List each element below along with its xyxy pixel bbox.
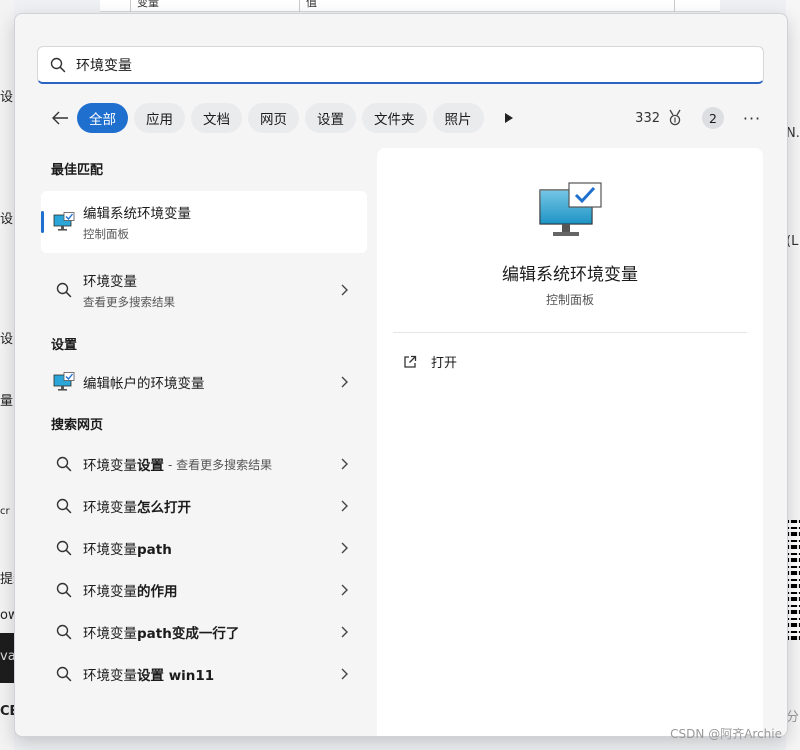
result-title: 环境变量 xyxy=(83,274,137,290)
result-title: 编辑系统环境变量 xyxy=(83,206,191,222)
background-fragment: N. xyxy=(786,126,800,141)
more-options-button[interactable]: ··· xyxy=(740,109,764,128)
search-box[interactable] xyxy=(37,46,764,84)
preview-divider xyxy=(393,332,747,333)
background-fragment: 提示 xyxy=(0,572,14,587)
search-icon xyxy=(55,663,73,685)
result-title: 编辑帐户的环境变量 xyxy=(83,376,205,392)
background-fragment: va xyxy=(0,633,14,683)
result-subtitle: 查看更多搜索结果 xyxy=(83,295,175,309)
search-flyout: 全部 应用 文档 网页 设置 文件夹 照片 332 2 ··· 最佳匹配 xyxy=(14,13,788,737)
monitor-check-icon xyxy=(53,371,75,393)
result-subtitle: 控制面板 xyxy=(83,227,129,241)
chevron-right-icon xyxy=(341,458,348,470)
section-title-best-match: 最佳匹配 xyxy=(51,163,104,178)
watermark: CSDN @阿齐Archie xyxy=(670,727,782,741)
web-result-row[interactable]: 环境变量path xyxy=(41,528,367,568)
search-icon xyxy=(50,57,66,72)
search-icon xyxy=(55,579,73,601)
web-result-row[interactable]: 环境变量怎么打开 xyxy=(41,486,367,526)
more-filters-button[interactable] xyxy=(494,103,524,133)
monitor-check-icon xyxy=(539,182,602,236)
web-result-bold: 怎么打开 xyxy=(137,500,191,516)
background-fragment: 设 xyxy=(0,90,14,105)
chevron-right-icon xyxy=(341,500,348,512)
section-title-settings: 设置 xyxy=(51,338,78,353)
web-result-bold: path变成一行了 xyxy=(137,626,240,642)
filter-chip-folders[interactable]: 文件夹 xyxy=(362,103,427,133)
filter-chip-apps[interactable]: 应用 xyxy=(134,103,185,133)
filter-chip-web[interactable]: 网页 xyxy=(248,103,299,133)
background-fragment: cr xyxy=(0,506,10,517)
filter-bar: 全部 应用 文档 网页 设置 文件夹 照片 332 2 ··· xyxy=(37,102,764,134)
background-cell-value: 值 xyxy=(300,0,675,12)
qr-code-image xyxy=(786,520,800,640)
filter-chip-settings[interactable]: 设置 xyxy=(305,103,356,133)
background-window-header: 变量 值 xyxy=(100,0,720,12)
search-icon xyxy=(55,537,73,559)
background-right-window: N. (L 分 xyxy=(786,0,800,750)
back-button[interactable] xyxy=(37,102,77,134)
filter-chip-documents[interactable]: 文档 xyxy=(191,103,242,133)
account-badge[interactable]: 2 xyxy=(702,107,724,129)
background-fragment: 量 xyxy=(0,394,14,409)
background-fragment: ow xyxy=(0,608,14,623)
chevron-right-icon xyxy=(341,542,348,554)
open-label: 打开 xyxy=(431,356,458,371)
search-icon xyxy=(55,453,73,475)
result-edit-account-env-vars[interactable]: 编辑帐户的环境变量 xyxy=(41,362,367,402)
preview-subtitle: 控制面板 xyxy=(545,293,594,307)
search-icon xyxy=(55,495,73,517)
background-fragment: 设 xyxy=(0,212,14,227)
chevron-right-icon xyxy=(341,668,348,680)
web-result-bold: 设置 win11 xyxy=(137,668,215,684)
web-result-bold: 的作用 xyxy=(137,584,178,600)
web-result-row[interactable]: 环境变量设置 - 查看更多搜索结果 xyxy=(41,444,367,484)
filter-chip-photos[interactable]: 照片 xyxy=(432,103,484,133)
chevron-right-icon xyxy=(341,284,348,296)
play-icon xyxy=(504,113,513,123)
background-cell-variable: 变量 xyxy=(130,0,300,12)
open-external-icon xyxy=(404,355,417,368)
search-icon xyxy=(53,279,75,301)
monitor-check-icon xyxy=(53,211,75,233)
open-button[interactable]: 打开 xyxy=(403,352,457,371)
search-input[interactable] xyxy=(76,56,676,73)
web-result-prefix: 环境变量 xyxy=(83,584,137,600)
background-left-window: 设 设 设 量 cr 提示 ow va CE xyxy=(0,0,14,750)
web-result-row[interactable]: 环境变量设置 win11 xyxy=(41,654,367,694)
web-result-prefix: 环境变量 xyxy=(83,542,137,558)
chevron-right-icon xyxy=(341,584,348,596)
web-result-bold: 设置 xyxy=(137,458,164,474)
medal-icon[interactable] xyxy=(666,109,684,127)
web-result-bold: path xyxy=(137,542,172,558)
result-environment-variables[interactable]: 环境变量 查看更多搜索结果 xyxy=(41,259,367,321)
chevron-right-icon xyxy=(341,376,348,388)
background-fragment: CE xyxy=(0,704,14,719)
web-result-prefix: 环境变量 xyxy=(83,626,137,642)
web-result-row[interactable]: 环境变量的作用 xyxy=(41,570,367,610)
filter-chip-all[interactable]: 全部 xyxy=(77,103,128,133)
section-title-web: 搜索网页 xyxy=(51,418,104,433)
background-fragment: 设 xyxy=(0,332,14,347)
result-edit-system-env-vars[interactable]: 编辑系统环境变量 控制面板 xyxy=(41,191,367,253)
web-result-row[interactable]: 环境变量path变成一行了 xyxy=(41,612,367,652)
preview-title: 编辑系统环境变量 xyxy=(502,265,638,285)
search-icon xyxy=(55,621,73,643)
web-result-prefix: 环境变量 xyxy=(83,668,137,684)
web-result-prefix: 环境变量 xyxy=(83,500,137,516)
rewards-points: 332 xyxy=(635,110,660,126)
web-result-prefix: 环境变量 xyxy=(83,458,137,474)
web-result-suffix: - 查看更多搜索结果 xyxy=(168,457,273,472)
arrow-left-icon xyxy=(52,111,68,125)
preview-pane: 编辑系统环境变量 控制面板 打开 xyxy=(377,148,763,736)
rewards-tools: 332 2 ··· xyxy=(635,107,764,129)
chevron-right-icon xyxy=(341,626,348,638)
